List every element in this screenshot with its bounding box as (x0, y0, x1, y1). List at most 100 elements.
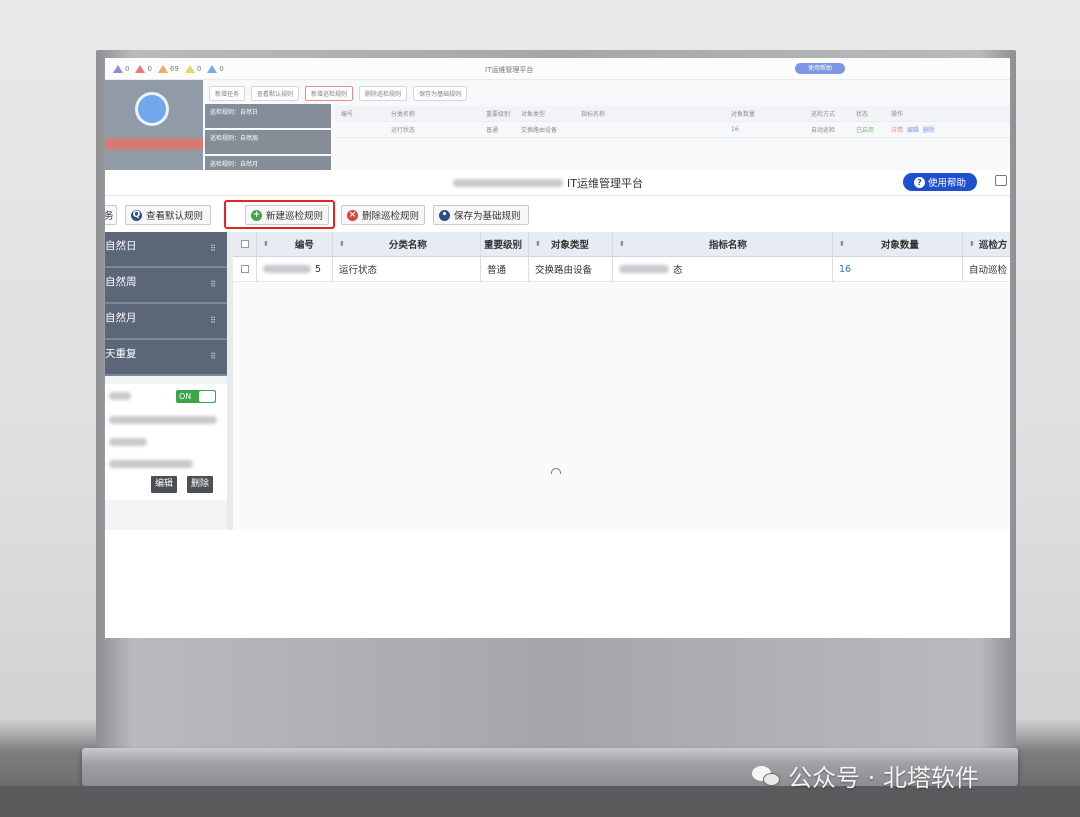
col-header-label: 对象数量 (880, 240, 919, 251)
sort-icon: ⬍ (339, 240, 345, 248)
background-add-task-button[interactable]: 新增任务 (209, 86, 246, 101)
object-count-link[interactable]: 16 (839, 264, 851, 275)
background-save-base-button[interactable]: 保存为基础规则 (413, 86, 468, 101)
details-link[interactable]: 详情 (891, 127, 903, 134)
sort-icon: ⬍ (619, 240, 625, 248)
save-as-base-rule-button[interactable]: • 保存为基础规则 (433, 205, 529, 225)
table-header-cell: 编号 (341, 111, 354, 118)
avatar (135, 92, 169, 126)
help-button[interactable]: ? 使用帮助 (903, 173, 977, 191)
background-app-window: 0 0 69 0 0 IT运维管理平台 使用帮助 新增任务 查看默认规则 新增巡… (105, 58, 1010, 180)
cell-metric: 态 (613, 257, 833, 281)
table-header-cell: 指标名称 (581, 111, 606, 118)
cell-text: 普通 (487, 265, 507, 276)
cell-text: 交换路由设备 (535, 265, 593, 276)
alert-indicator[interactable]: 0 (207, 64, 224, 73)
drag-handle-icon[interactable]: ⠿ (210, 244, 216, 253)
close-icon: × (347, 209, 358, 221)
alert-indicator[interactable]: 0 (184, 64, 202, 73)
sort-icon: ⬍ (263, 240, 269, 248)
background-delete-rule-button[interactable]: 删除巡检规则 (359, 86, 408, 101)
redacted-text (109, 460, 193, 468)
drag-handle-icon[interactable]: ⠿ (210, 352, 216, 361)
alert-count: 0 (196, 64, 202, 73)
col-header-level[interactable]: 重要级别 (481, 232, 529, 256)
table-header-cell: 对象类型 (521, 111, 546, 118)
add-task-button[interactable]: 务 (105, 205, 117, 225)
col-header-metric[interactable]: ⬍ 指标名称 (613, 232, 833, 256)
status-badge: 已启用 (856, 127, 875, 134)
main-app-window: IT运维管理平台 ? 使用帮助 务 Q 查看默认规则 + 新建巡检规则 × 删除 (105, 170, 1010, 638)
help-button-label: 使用帮助 (927, 178, 966, 189)
save-icon: • (439, 209, 450, 221)
add-task-button-label: 务 (105, 211, 114, 222)
alert-indicator[interactable]: 0 (135, 64, 152, 73)
warning-triangle-icon (135, 64, 146, 73)
warning-triangle-icon (207, 64, 218, 73)
table-header-cell: 操作 (891, 111, 904, 118)
warning-triangle-icon (184, 64, 195, 73)
app-header: IT运维管理平台 ? 使用帮助 (105, 170, 1010, 196)
col-header-id[interactable]: ⬍ 编号 (257, 232, 333, 256)
col-header-mode[interactable]: ⬍ 巡检方 (963, 232, 1010, 256)
sidebar-item-label: 自然日 (105, 240, 137, 252)
background-help-button[interactable]: 使用帮助 (795, 63, 845, 74)
sidebar-item-label: 自然月 (105, 312, 137, 324)
background-rule-item[interactable]: 巡检规则：自然周 (205, 130, 331, 154)
redacted-text (453, 179, 563, 187)
rule-detail-panel: ON 编辑 删除 (105, 384, 227, 500)
col-header-label: 重要级别 (484, 240, 523, 251)
watermark: 公众号 · 北塔软件 (752, 758, 979, 793)
drag-handle-icon[interactable]: ⠿ (210, 316, 216, 325)
edit-button[interactable]: 编辑 (151, 476, 178, 493)
background-table: 编号 分类名称 重要级别 对象类型 指标名称 对象数量 巡检方式 状态 操作 运… (335, 106, 1010, 138)
row-checkbox[interactable] (240, 265, 249, 273)
sidebar-item-day[interactable]: 自然日 ⠿ (105, 232, 227, 268)
col-header-object-count[interactable]: ⬍ 对象数量 (833, 232, 963, 256)
background-app-title: IT运维管理平台 (485, 66, 534, 74)
col-header-label: 指标名称 (708, 240, 747, 251)
loading-spinner-icon (551, 468, 561, 474)
delete-link[interactable]: 删除 (923, 127, 935, 134)
sidebar-item-week[interactable]: 自然周 ⠿ (105, 268, 227, 304)
table-cell: 运行状态 (391, 127, 416, 134)
toggle-label: ON (179, 392, 192, 401)
alert-indicator[interactable]: 69 (157, 64, 179, 73)
col-header-object-type[interactable]: ⬍ 对象类型 (529, 232, 613, 256)
alert-count: 0 (125, 64, 130, 73)
drag-handle-icon[interactable]: ⠿ (210, 280, 216, 289)
delete-inspection-rule-button[interactable]: × 删除巡检规则 (341, 205, 425, 225)
alert-count: 0 (219, 64, 224, 73)
background-user-panel (105, 80, 203, 170)
rule-sidebar: 自然日 ⠿ 自然周 ⠿ 自然月 ⠿ 天重复 ⠿ ON 编辑 删除 (105, 232, 227, 530)
col-header-category[interactable]: ⬍ 分类名称 (333, 232, 481, 256)
delete-button[interactable]: 删除 (187, 476, 214, 493)
sort-icon: ⬍ (969, 240, 975, 248)
sidebar-item-label: 自然周 (105, 276, 137, 288)
cell-level: 普通 (481, 257, 529, 281)
background-view-default-button[interactable]: 查看默认规则 (251, 86, 300, 101)
sidebar-item-month[interactable]: 自然月 ⠿ (105, 304, 227, 340)
cell-id-text: 5 (315, 263, 322, 275)
kiosk-screen: 0 0 69 0 0 IT运维管理平台 使用帮助 新增任务 查看默认规则 新增巡… (105, 58, 1010, 638)
sidebar-item-repeat[interactable]: 天重复 ⠿ (105, 340, 227, 376)
table-row[interactable]: 运行状态 普通 交换路由设备 16 自动巡检 已启用 详情 编辑 删除 (335, 122, 1010, 138)
select-all-checkbox[interactable] (240, 240, 249, 248)
warning-triangle-icon (113, 64, 123, 73)
background-user-tag (105, 138, 203, 150)
alert-indicator[interactable]: 0 (113, 64, 130, 73)
inspection-rule-table: ⬍ 编号 ⬍ 分类名称 重要级别 ⬍ 对象类型 ⬍ 指标名称 ⬍ 对象数量 ⬍ 巡检方 5 … (233, 232, 1010, 282)
background-add-rule-button[interactable]: 新增巡检规则 (305, 86, 354, 101)
sort-icon: ⬍ (535, 240, 541, 248)
view-default-rules-button[interactable]: Q 查看默认规则 (125, 205, 211, 225)
table-header-cell: 分类名称 (391, 111, 416, 118)
table-cell: 交换路由设备 (521, 127, 558, 134)
table-cell[interactable]: 16 (725, 126, 805, 133)
enable-toggle[interactable]: ON (176, 390, 216, 403)
message-icon[interactable] (995, 175, 1007, 186)
view-default-rules-label: 查看默认规则 (146, 211, 204, 222)
redacted-text (109, 438, 147, 446)
table-row[interactable]: 5 运行状态 普通 交换路由设备 态 16 自动巡检 (233, 257, 1010, 282)
edit-link[interactable]: 编辑 (907, 127, 919, 134)
background-rule-item[interactable]: 巡检规则：自然日 (205, 104, 331, 128)
